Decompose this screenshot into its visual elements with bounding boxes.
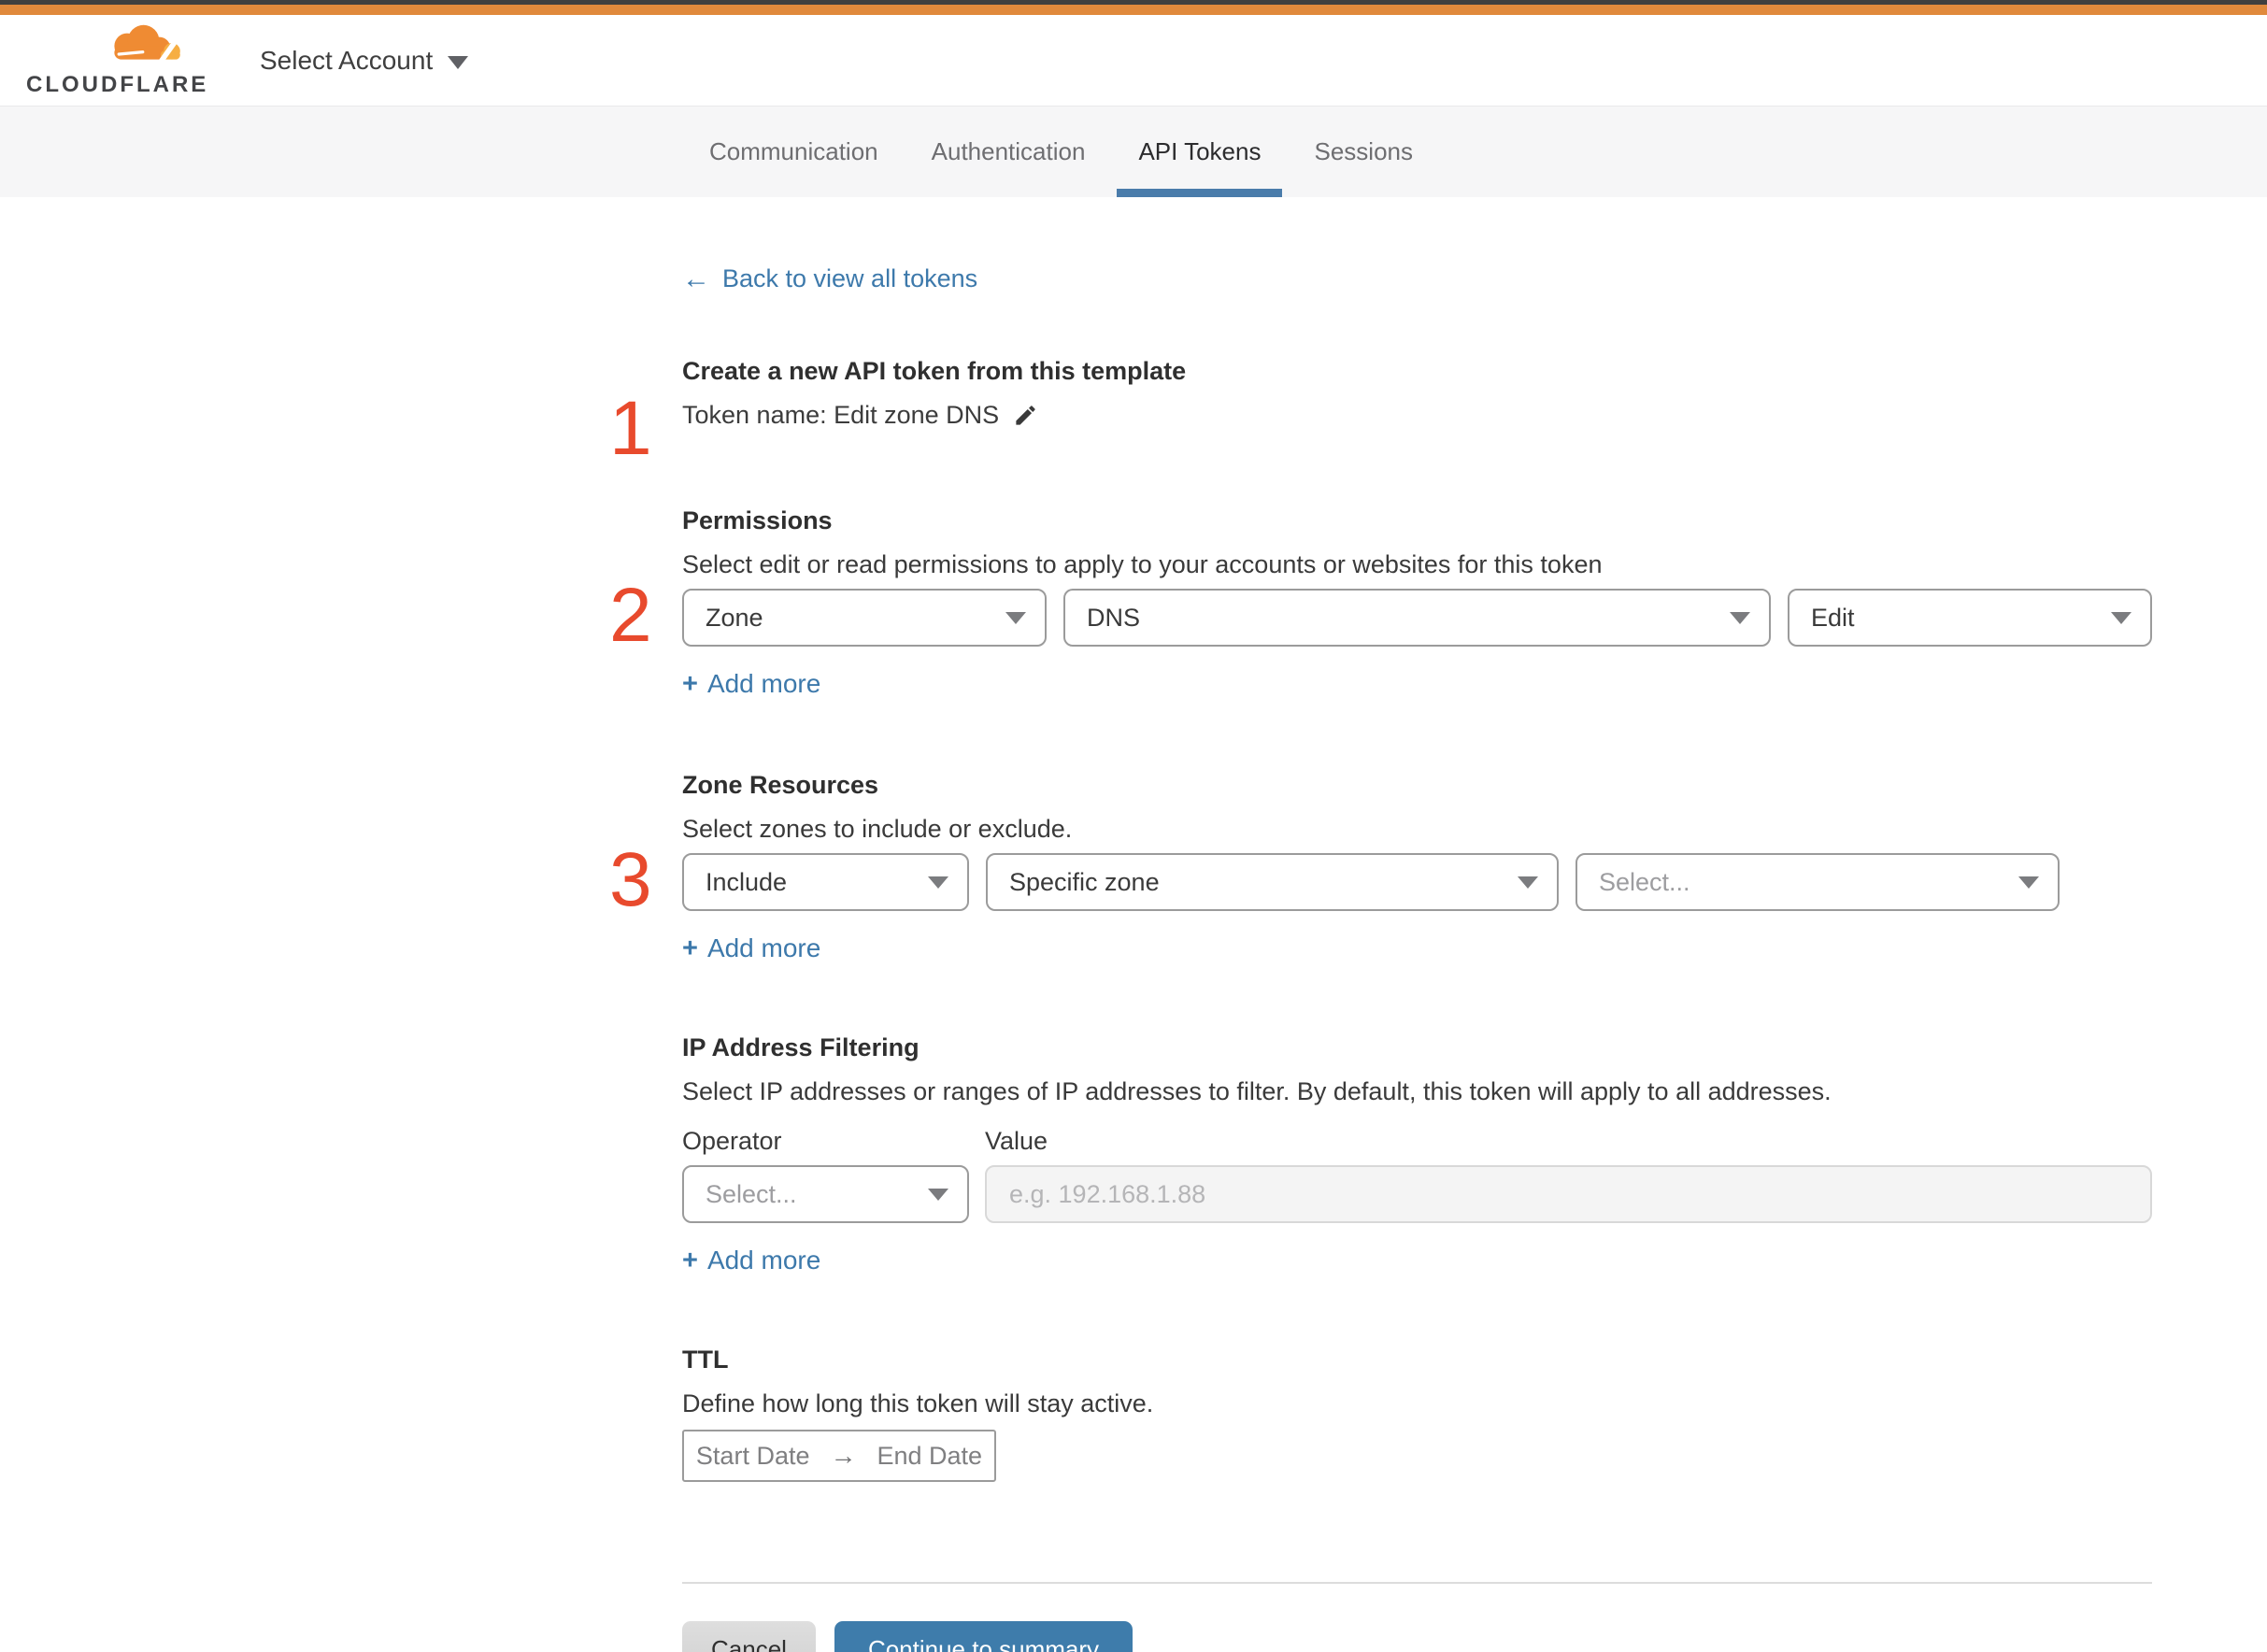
cancel-button[interactable]: Cancel xyxy=(682,1621,816,1652)
dropdown-placeholder: Select... xyxy=(706,1179,797,1208)
dropdown-value: Specific zone xyxy=(1009,867,1160,896)
plus-icon: + xyxy=(682,1246,698,1275)
account-selector[interactable]: Select Account xyxy=(260,15,469,106)
token-name-line: Token name: Edit zone DNS xyxy=(682,401,1000,429)
dropdown-value: DNS xyxy=(1087,603,1141,632)
permissions-heading: Permissions xyxy=(682,506,833,534)
dropdown-value: Include xyxy=(706,867,788,896)
add-more-label: Add more xyxy=(706,1246,821,1275)
ip-value-input[interactable] xyxy=(985,1165,2152,1223)
active-tab-indicator xyxy=(1117,189,1283,197)
continue-to-summary-button[interactable]: Continue to summary xyxy=(834,1621,1134,1652)
main-content: ← Back to view all tokens 1 Create a new… xyxy=(609,197,2152,1652)
tab-sessions[interactable]: Sessions xyxy=(1314,107,1413,197)
tab-label: Authentication xyxy=(931,137,1086,165)
tab-bar: Communication Authentication API Tokens … xyxy=(0,106,2267,197)
ttl-heading: TTL xyxy=(682,1346,729,1374)
cloudflare-cloud-icon xyxy=(114,24,180,67)
back-arrow-icon: ← xyxy=(682,263,710,294)
annotation-marker-3: 3 xyxy=(609,837,652,922)
range-arrow-icon: → xyxy=(830,1441,857,1470)
ttl-section: TTL Define how long this token will stay… xyxy=(682,1346,2152,1482)
footer-actions: Cancel Continue to summary xyxy=(682,1621,2152,1652)
zone-mode-dropdown[interactable]: Include xyxy=(682,853,969,911)
start-date-label: Start Date xyxy=(695,1441,810,1470)
plus-icon: + xyxy=(682,933,698,963)
ip-filtering-description: Select IP addresses or ranges of IP addr… xyxy=(682,1077,1832,1105)
chevron-down-icon xyxy=(928,876,948,889)
add-more-zone-button[interactable]: + Add more xyxy=(682,933,820,964)
tab-authentication[interactable]: Authentication xyxy=(932,107,1086,197)
tab-api-tokens[interactable]: API Tokens xyxy=(1117,107,1283,197)
chevron-down-icon xyxy=(448,55,469,69)
permissions-section: Permissions Select edit or read permissi… xyxy=(609,506,2152,700)
ttl-description: Define how long this token will stay act… xyxy=(682,1389,1154,1417)
permissions-dropdown-row: 2 Zone DNS Edit xyxy=(609,577,2152,654)
permission-resource-dropdown[interactable]: DNS xyxy=(1063,589,1771,647)
token-name-group: 1 Create a new API token from this templ… xyxy=(609,357,2152,467)
add-more-label: Add more xyxy=(706,933,821,962)
page-title: Create a new API token from this templat… xyxy=(682,357,1187,385)
ip-filtering-section: IP Address Filtering Select IP addresses… xyxy=(682,1033,2152,1276)
ip-controls-row: Select... xyxy=(682,1165,2152,1223)
chevron-down-icon xyxy=(1518,876,1538,889)
brand-orange-bar xyxy=(0,5,2267,15)
zone-resources-heading: Zone Resources xyxy=(682,771,879,799)
back-link-label: Back to view all tokens xyxy=(722,264,978,292)
annotation-marker-2: 2 xyxy=(609,573,652,658)
chevron-down-icon xyxy=(1730,611,1750,624)
add-more-label: Add more xyxy=(706,669,821,698)
tab-label: Communication xyxy=(709,137,878,165)
operator-label: Operator xyxy=(682,1127,782,1155)
zone-resources-description: Select zones to include or exclude. xyxy=(682,815,1073,843)
add-more-permission-button[interactable]: + Add more xyxy=(682,669,820,700)
operator-select-dropdown[interactable]: Select... xyxy=(682,1165,969,1223)
chevron-down-icon xyxy=(2111,611,2132,624)
dropdown-value: Edit xyxy=(1811,603,1855,632)
cloudflare-wordmark: CLOUDFLARE xyxy=(26,72,209,97)
cloudflare-logo[interactable]: CLOUDFLARE xyxy=(26,22,209,98)
chevron-down-icon xyxy=(1005,611,1026,624)
page: CLOUDFLARE Select Account Communication … xyxy=(0,0,2267,1652)
tab-label: API Tokens xyxy=(1138,137,1262,165)
dropdown-placeholder: Select... xyxy=(1599,867,1690,896)
chevron-down-icon xyxy=(928,1188,948,1201)
zone-resources-dropdown-row: 3 Include Specific zone Select... xyxy=(609,842,2152,919)
zone-type-dropdown[interactable]: Specific zone xyxy=(986,853,1559,911)
dropdown-value: Zone xyxy=(706,603,763,632)
account-selector-label: Select Account xyxy=(260,45,434,75)
add-more-ip-button[interactable]: + Add more xyxy=(682,1246,820,1276)
plus-icon: + xyxy=(682,669,698,699)
zone-select-dropdown[interactable]: Select... xyxy=(1575,853,2060,911)
tab-communication[interactable]: Communication xyxy=(709,107,878,197)
chevron-down-icon xyxy=(2018,876,2039,889)
end-date-label: End Date xyxy=(877,1441,983,1470)
ip-filtering-heading: IP Address Filtering xyxy=(682,1033,920,1061)
permission-scope-dropdown[interactable]: Zone xyxy=(682,589,1047,647)
ip-field-labels: Operator Value xyxy=(682,1127,2152,1156)
permissions-description: Select edit or read permissions to apply… xyxy=(682,550,1603,578)
header: CLOUDFLARE Select Account xyxy=(0,15,2267,106)
zone-resources-section: Zone Resources Select zones to include o… xyxy=(609,771,2152,964)
edit-pencil-icon[interactable] xyxy=(1013,403,1038,428)
annotation-marker-1: 1 xyxy=(609,386,652,471)
back-row: ← Back to view all tokens xyxy=(682,197,2152,293)
value-label: Value xyxy=(985,1127,1048,1155)
tab-label: Sessions xyxy=(1314,137,1413,165)
back-to-tokens-link[interactable]: ← Back to view all tokens xyxy=(682,264,977,293)
token-name-row: Token name: Edit zone DNS xyxy=(682,401,2152,430)
ttl-date-range-picker[interactable]: Start Date → End Date xyxy=(682,1430,996,1482)
permission-access-dropdown[interactable]: Edit xyxy=(1788,589,2152,647)
footer-divider xyxy=(682,1582,2152,1584)
